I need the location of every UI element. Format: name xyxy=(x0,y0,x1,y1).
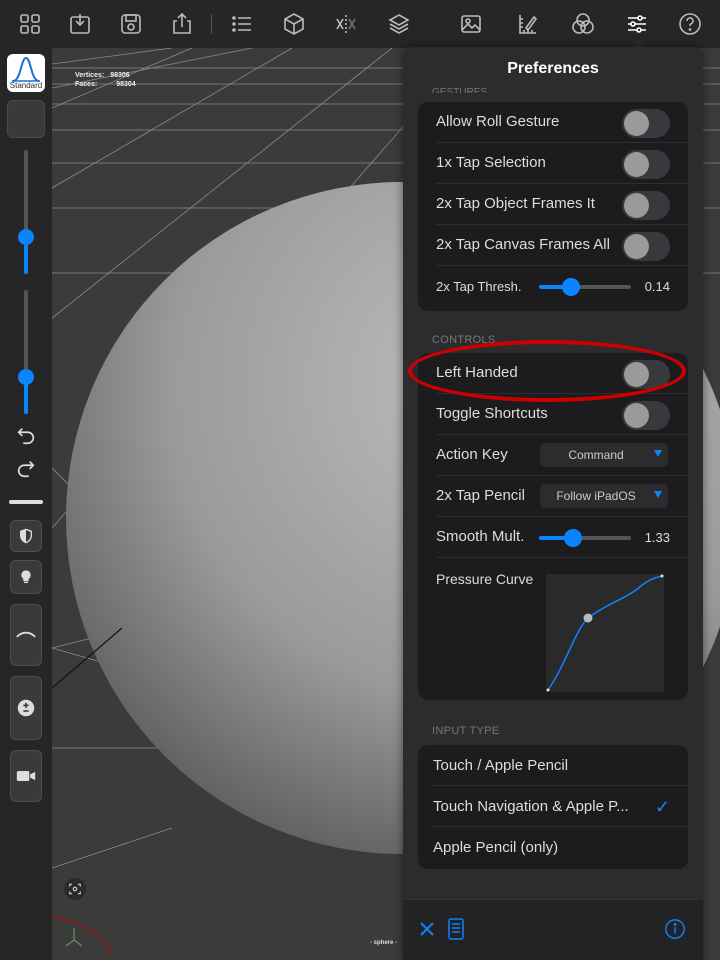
tap-pencil-row: 2x Tap Pencil Follow iPadOS xyxy=(418,476,688,517)
lightbulb-icon xyxy=(21,570,31,583)
help-icon[interactable] xyxy=(676,10,704,38)
redo-icon[interactable] xyxy=(13,455,39,481)
focus-camera-icon[interactable] xyxy=(64,878,86,900)
tap-canvas-frames-row: 2x Tap Canvas Frames All xyxy=(418,225,688,266)
tap-selection-toggle[interactable] xyxy=(622,150,670,179)
wave-icon xyxy=(16,631,36,638)
dropdown-arrow-icon xyxy=(654,491,662,498)
shield-icon xyxy=(20,528,32,544)
action-key-row: Action Key Command xyxy=(418,435,688,476)
mask-button[interactable] xyxy=(10,520,42,552)
video-camera-icon xyxy=(16,771,36,781)
curve-control-point xyxy=(583,613,593,623)
intensity-slider[interactable] xyxy=(18,290,34,414)
input-option-pencil-only[interactable]: Apple Pencil (only) xyxy=(418,827,688,868)
gestures-header: GESTURES xyxy=(432,87,488,93)
preferences-panel: Preferences GESTURES Allow Roll Gesture … xyxy=(403,47,703,960)
input-type-header: INPUT TYPE xyxy=(432,725,500,737)
material-button[interactable]: Standard xyxy=(7,54,45,92)
symmetry-icon[interactable] xyxy=(332,10,360,38)
action-key-dropdown[interactable]: Command xyxy=(540,443,668,467)
toggle-shortcuts-toggle[interactable] xyxy=(622,401,670,430)
tap-thresh-row: 2x Tap Thresh. 0.14 xyxy=(436,278,670,296)
tap-thresh-value: 0.14 xyxy=(644,279,670,294)
layers-icon[interactable] xyxy=(385,10,413,38)
image-icon[interactable] xyxy=(457,10,485,38)
smooth-mult-slider[interactable] xyxy=(539,529,631,547)
input-type-group: Touch / Apple Pencil Touch Navigation & … xyxy=(418,745,688,869)
save-icon[interactable] xyxy=(117,10,145,38)
highlight-annotation xyxy=(408,340,686,402)
cube-icon[interactable] xyxy=(280,10,308,38)
checkmark-icon: ✓ xyxy=(654,797,670,817)
share-icon[interactable] xyxy=(168,10,196,38)
allow-roll-gesture-row: Allow Roll Gesture xyxy=(418,102,688,143)
allow-roll-gesture-toggle[interactable] xyxy=(622,109,670,138)
color-swatch-button[interactable] xyxy=(7,100,45,138)
pressure-curve-row: Pressure Curve xyxy=(418,558,688,700)
undo-icon[interactable] xyxy=(13,422,39,448)
top-toolbar xyxy=(0,0,720,48)
input-option-touch-pencil[interactable]: Touch / Apple Pencil xyxy=(418,745,688,786)
grid-icon[interactable] xyxy=(16,10,44,38)
toolbar-separator xyxy=(211,14,212,34)
dropdown-arrow-icon xyxy=(654,450,662,457)
size-slider-knob[interactable] xyxy=(18,228,34,245)
light-button[interactable] xyxy=(10,560,42,594)
panel-title: Preferences xyxy=(507,60,599,77)
input-option-touch-navigation[interactable]: Touch Navigation & Apple P... ✓ xyxy=(418,786,688,827)
tap-thresh-slider[interactable] xyxy=(539,278,631,296)
panel-footer xyxy=(403,899,703,960)
selected-object-label: - sphere - xyxy=(370,940,398,946)
toolbar-divider xyxy=(9,500,43,504)
ruler-icon[interactable] xyxy=(514,10,542,38)
tap-canvas-frames-toggle[interactable] xyxy=(622,232,670,261)
size-slider[interactable] xyxy=(18,150,34,274)
smooth-mult-value: 1.33 xyxy=(644,530,670,545)
import-icon[interactable] xyxy=(66,10,94,38)
ipad-layout-icon[interactable] xyxy=(444,917,468,941)
close-icon[interactable] xyxy=(415,917,439,941)
mesh-stats: Vertices: 98306 Faces: 98304 xyxy=(75,72,136,88)
color-circles-icon[interactable] xyxy=(569,10,597,38)
tap-object-frames-row: 2x Tap Object Frames It xyxy=(418,184,688,225)
intensity-slider-knob[interactable] xyxy=(18,368,34,385)
left-toolbar: Standard xyxy=(0,48,52,960)
list-icon[interactable] xyxy=(228,10,256,38)
gestures-group: Allow Roll Gesture 1x Tap Selection 2x T… xyxy=(418,102,688,311)
pressure-curve-editor[interactable] xyxy=(546,574,664,692)
tap-object-frames-toggle[interactable] xyxy=(622,191,670,220)
controls-group: Left Handed Toggle Shortcuts Action Key … xyxy=(418,353,688,700)
stroke-button[interactable] xyxy=(10,604,42,666)
tap-selection-row: 1x Tap Selection xyxy=(418,143,688,184)
tap-pencil-dropdown[interactable]: Follow iPadOS xyxy=(540,484,668,508)
smooth-mult-row: Smooth Mult. 1.33 xyxy=(418,517,688,558)
sliders-icon[interactable] xyxy=(623,10,651,38)
plus-minus-icon xyxy=(17,699,35,717)
subtract-toggle-button[interactable] xyxy=(10,676,42,740)
camera-button[interactable] xyxy=(10,750,42,802)
bell-curve-icon xyxy=(12,56,40,82)
info-icon[interactable] xyxy=(663,917,687,941)
